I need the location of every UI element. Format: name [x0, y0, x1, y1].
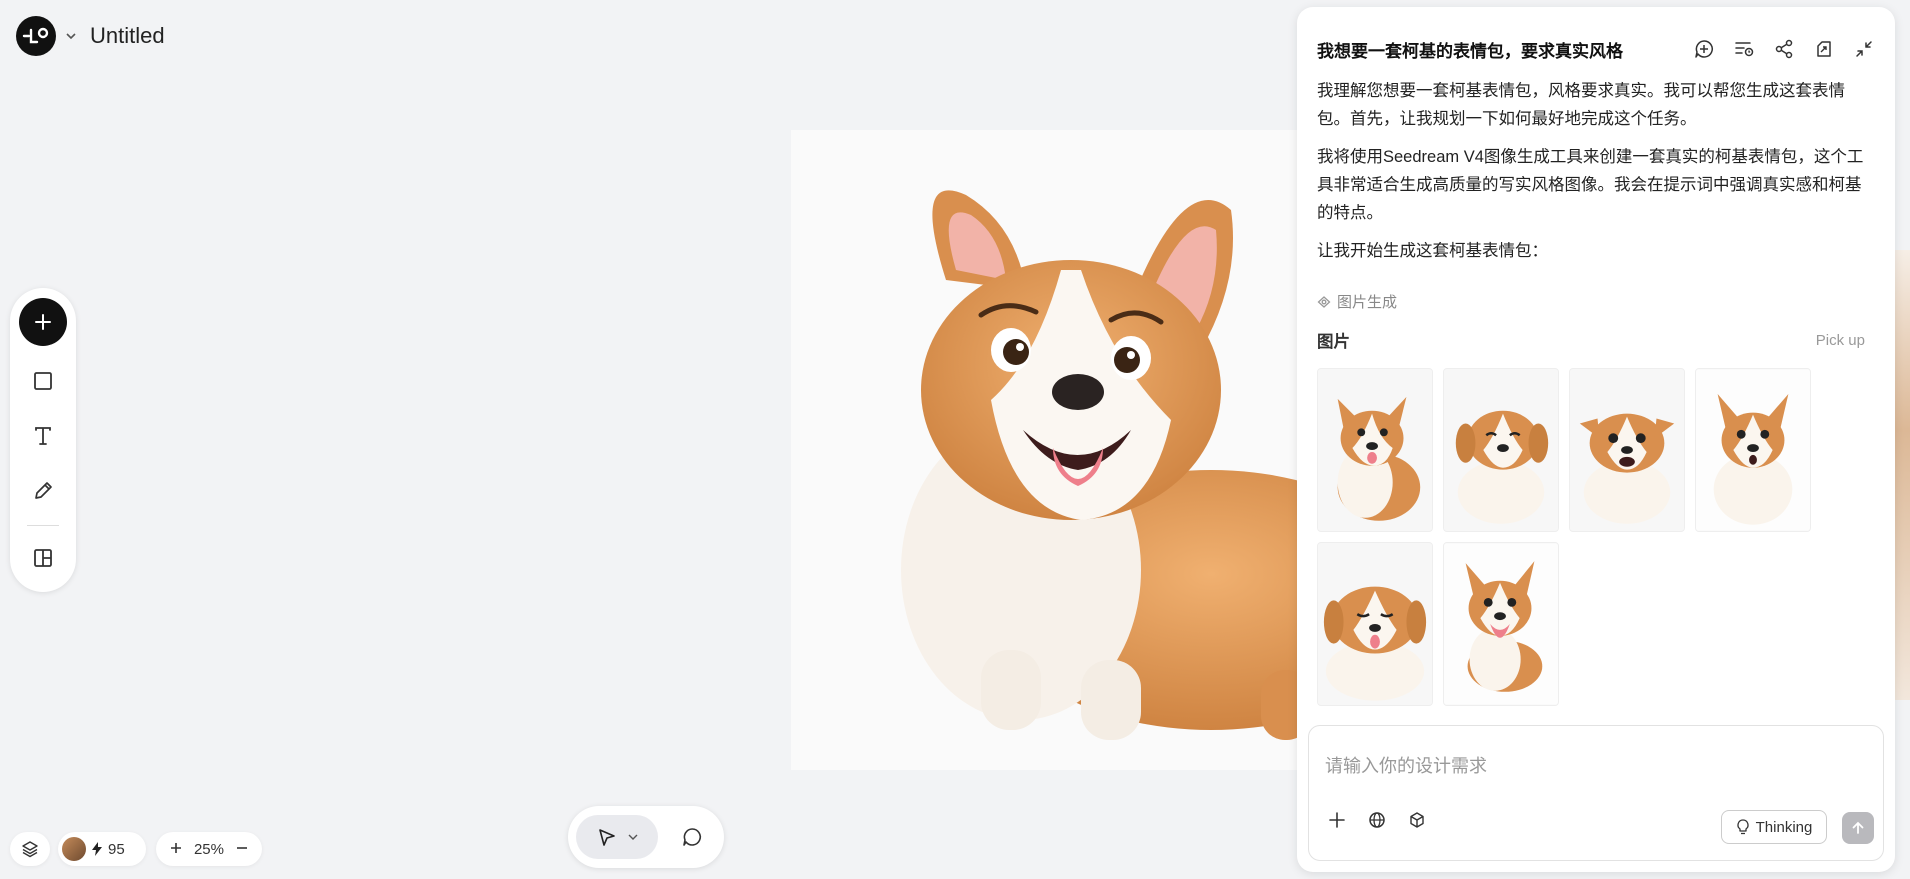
mode-selector — [568, 806, 724, 868]
export-icon — [1817, 41, 1831, 57]
collapse-icon — [1856, 41, 1872, 57]
arrow-up-icon — [1852, 821, 1864, 834]
plus-icon — [1329, 812, 1345, 828]
chat-messages: 我理解您想要一套柯基表情包，风格要求真实。我可以帮您生成这套表情包。首先，让我规… — [1317, 79, 1865, 706]
chevron-down-icon — [628, 834, 638, 840]
logo-icon — [22, 27, 49, 44]
generated-image-thumbnail[interactable] — [1443, 368, 1559, 532]
history-icon — [1735, 42, 1754, 57]
corgi-sad-image — [1444, 369, 1558, 531]
images-header: 图片 Pick up — [1317, 328, 1865, 352]
lightbulb-icon — [1737, 819, 1749, 835]
assistant-message: 让我开始生成这套柯基表情包： — [1317, 242, 1548, 260]
chat-header: 我想要一套柯基的表情包，要求真实风格 — [1317, 33, 1875, 65]
document-title[interactable]: Untitled — [90, 23, 165, 49]
thinking-toggle[interactable]: Thinking — [1721, 810, 1827, 844]
layers-button[interactable] — [10, 832, 50, 866]
export-button[interactable] — [1813, 38, 1835, 60]
send-button[interactable] — [1842, 812, 1874, 844]
frame-tool-button[interactable] — [23, 361, 63, 401]
generated-image-thumbnail[interactable] — [1443, 542, 1559, 706]
left-toolbar — [10, 288, 76, 592]
chat-panel: 我想要一套柯基的表情包，要求真实风格 我理解您想要一套柯基表情包，风格要求真实。… — [1297, 7, 1895, 872]
app-logo[interactable] — [16, 16, 56, 56]
zoom-in-button[interactable] — [170, 841, 182, 858]
attach-button[interactable] — [1327, 810, 1347, 830]
assistant-message: 我理解您想要一套柯基表情包，风格要求真实。我可以帮您生成这套表情包。首先，让我规… — [1317, 82, 1845, 128]
add-button[interactable] — [19, 298, 67, 346]
cursor-icon — [599, 829, 615, 846]
generated-image-thumbnail[interactable] — [1317, 368, 1433, 532]
image-grid — [1317, 368, 1865, 706]
plus-icon — [170, 842, 181, 853]
layout-tool-button[interactable] — [23, 538, 63, 578]
history-button[interactable] — [1733, 38, 1755, 60]
globe-icon — [1369, 812, 1385, 828]
zoom-control: 25% — [156, 832, 262, 866]
chat-title: 我想要一套柯基的表情包，要求真实风格 — [1317, 41, 1623, 61]
square-icon — [34, 372, 52, 390]
assistant-message: 我将使用Seedream V4图像生成工具来创建一套真实的柯基表情包，这个工具非… — [1317, 148, 1864, 222]
comment-icon — [683, 828, 701, 846]
canvas-image-partial[interactable] — [1895, 250, 1910, 700]
generated-image-thumbnail[interactable] — [1695, 368, 1811, 532]
images-label: 图片 — [1317, 333, 1350, 351]
toolbar-divider — [27, 525, 59, 526]
topbar: Untitled — [16, 16, 165, 56]
chat-input[interactable]: 请输入你的设计需求 — [1325, 752, 1487, 778]
model-3d-button[interactable] — [1407, 810, 1427, 830]
tool-call-label: 图片生成 — [1337, 294, 1398, 311]
text-icon — [35, 427, 51, 445]
thinking-label: Thinking — [1755, 818, 1813, 836]
tool-call-tag[interactable]: 图片生成 — [1317, 291, 1865, 312]
zoom-level[interactable]: 25% — [194, 841, 224, 858]
credits-count: 95 — [108, 840, 125, 858]
select-tool-button[interactable] — [576, 815, 658, 859]
new-chat-icon — [1695, 40, 1713, 58]
pickup-button[interactable]: Pick up — [1816, 332, 1865, 349]
chevron-down-icon[interactable] — [64, 29, 78, 43]
minus-icon — [236, 846, 247, 849]
share-button[interactable] — [1773, 38, 1795, 60]
generated-image-thumbnail[interactable] — [1317, 542, 1433, 706]
web-search-button[interactable] — [1367, 810, 1387, 830]
pen-tool-button[interactable] — [23, 471, 63, 511]
generated-image-thumbnail[interactable] — [1569, 368, 1685, 532]
avatar[interactable] — [62, 837, 86, 861]
collapse-button[interactable] — [1853, 38, 1875, 60]
text-tool-button[interactable] — [23, 416, 63, 456]
corgi-sleepy-image — [1318, 543, 1432, 705]
layers-icon — [22, 841, 38, 858]
chat-input-box: 请输入你的设计需求 Thinking — [1308, 725, 1884, 861]
pencil-icon — [35, 482, 52, 499]
layout-icon — [34, 549, 52, 567]
corgi-shocked-image — [1570, 369, 1684, 531]
cube-icon — [1410, 812, 1424, 828]
lightning-icon — [92, 842, 102, 856]
corgi-surprised-image — [1696, 369, 1810, 531]
eye-icon — [1317, 295, 1331, 308]
credits-badge[interactable]: 95 — [58, 832, 146, 866]
new-chat-button[interactable] — [1693, 38, 1715, 60]
corgi-running-image — [1444, 543, 1558, 705]
corgi-happy-image — [1318, 369, 1432, 531]
comment-button[interactable] — [676, 821, 708, 853]
zoom-out-button[interactable] — [236, 841, 248, 858]
share-icon — [1775, 39, 1793, 59]
plus-icon — [35, 314, 51, 330]
